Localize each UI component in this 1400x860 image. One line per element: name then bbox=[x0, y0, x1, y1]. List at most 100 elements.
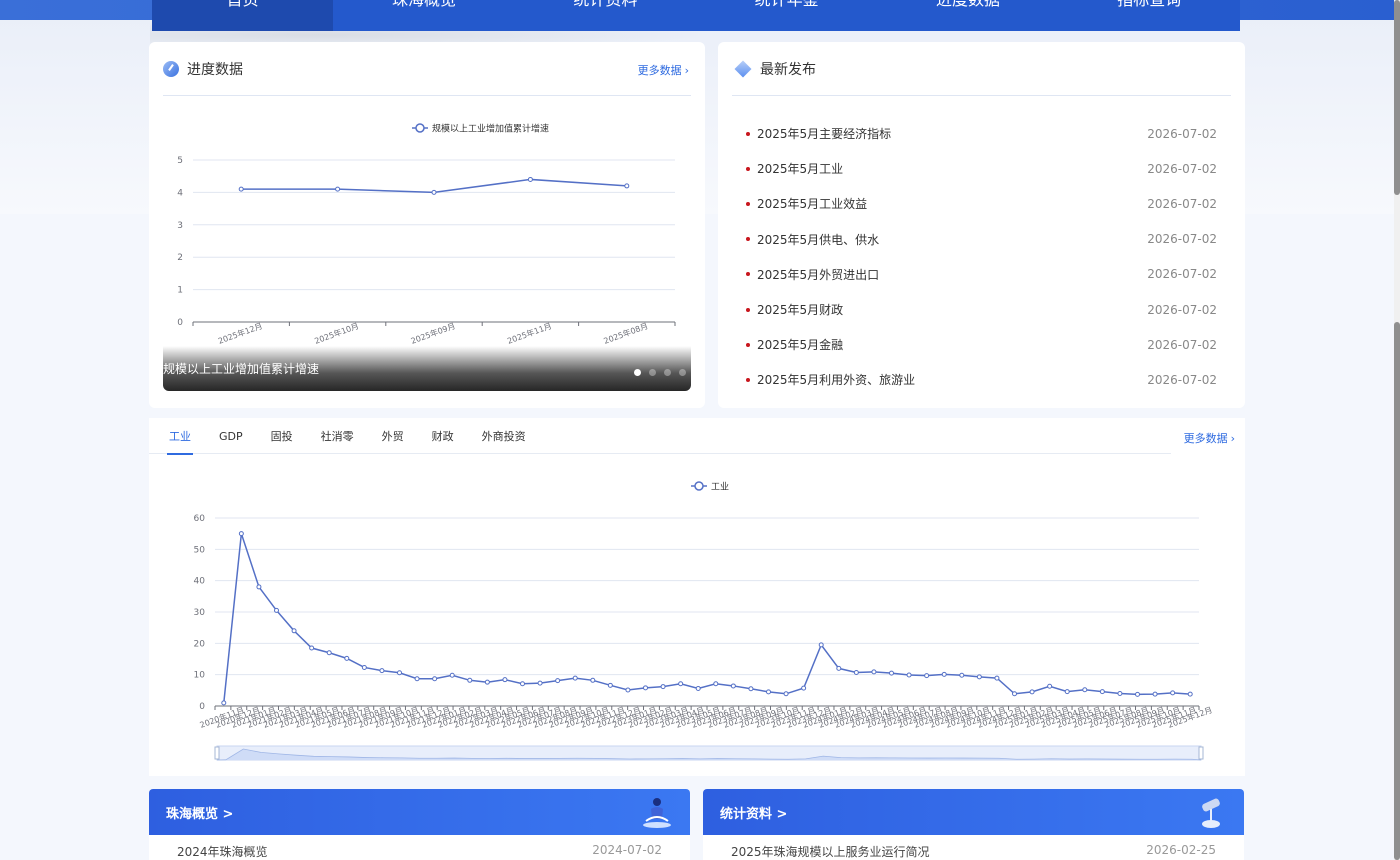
news-item[interactable]: 2025年5月外贸进出口 2026-07-02 bbox=[746, 257, 1217, 292]
data-point[interactable] bbox=[449, 672, 455, 678]
nav-item-1[interactable]: 珠海概览 bbox=[333, 0, 514, 31]
overview-card-header[interactable]: 珠海概览 > bbox=[149, 789, 690, 835]
data-point[interactable] bbox=[678, 681, 684, 687]
news-item[interactable]: 2025年5月利用外资、旅游业 2026-07-02 bbox=[746, 362, 1217, 397]
scrollbar-thumb[interactable] bbox=[1394, 0, 1400, 195]
data-point[interactable] bbox=[1187, 691, 1193, 697]
data-point[interactable] bbox=[625, 687, 631, 693]
data-point[interactable] bbox=[941, 671, 947, 677]
news-item[interactable]: 2025年5月工业效益 2026-07-02 bbox=[746, 186, 1217, 221]
data-point[interactable] bbox=[397, 670, 402, 676]
data-point[interactable] bbox=[1099, 689, 1105, 695]
data-point[interactable] bbox=[221, 700, 227, 706]
data-point[interactable] bbox=[1082, 687, 1088, 693]
data-point[interactable] bbox=[730, 683, 736, 689]
chart-legend[interactable]: 工业 bbox=[691, 481, 729, 493]
news-item[interactable]: 2025年5月财政 2026-07-02 bbox=[746, 292, 1217, 327]
data-point[interactable] bbox=[889, 670, 894, 676]
indicator-more-link[interactable]: 更多数据 › bbox=[1184, 430, 1235, 446]
data-point[interactable] bbox=[361, 664, 367, 670]
scrollbar-track[interactable] bbox=[1394, 0, 1400, 860]
news-item[interactable]: 2025年5月工业 2026-07-02 bbox=[746, 151, 1217, 186]
tab-3[interactable]: 社消零 bbox=[321, 418, 354, 454]
data-point[interactable] bbox=[309, 645, 315, 651]
data-point[interactable] bbox=[344, 655, 350, 661]
nav-item-4[interactable]: 进度数据 bbox=[877, 0, 1058, 31]
carousel-dot-2[interactable] bbox=[664, 369, 671, 376]
nav-item-0[interactable]: 首页 bbox=[152, 0, 334, 31]
news-item[interactable]: 2025年5月主要经济指标 2026-07-02 bbox=[746, 116, 1217, 151]
nav-item-2[interactable]: 统计资料 bbox=[515, 0, 696, 31]
data-point[interactable] bbox=[590, 677, 596, 683]
data-point[interactable] bbox=[994, 675, 1000, 681]
data-point[interactable] bbox=[1135, 691, 1140, 697]
data-point[interactable] bbox=[783, 691, 789, 697]
data-point[interactable] bbox=[335, 186, 341, 192]
data-point[interactable] bbox=[748, 686, 754, 692]
industry-line-chart[interactable]: 工业01020304050602020年11月2020年12月2021年01月2… bbox=[149, 468, 1245, 768]
datazoom-slider[interactable] bbox=[214, 745, 1204, 761]
data-point[interactable] bbox=[695, 685, 701, 691]
datazoom-handle-right[interactable] bbox=[1198, 746, 1204, 760]
data-point[interactable] bbox=[572, 675, 578, 681]
data-point[interactable] bbox=[836, 665, 842, 671]
data-point[interactable] bbox=[379, 668, 385, 674]
data-point[interactable] bbox=[431, 189, 437, 195]
statistics-row[interactable]: 2025年珠海规模以上服务业运行简况 2026-02-25 bbox=[703, 835, 1244, 860]
tab-0[interactable]: 工业 bbox=[167, 418, 193, 455]
data-point[interactable] bbox=[256, 584, 262, 590]
nav-item-3[interactable]: 统计年鉴 bbox=[696, 0, 877, 31]
data-point[interactable] bbox=[624, 183, 630, 189]
data-point[interactable] bbox=[906, 672, 912, 678]
tab-1[interactable]: GDP bbox=[219, 418, 243, 454]
data-point[interactable] bbox=[520, 681, 525, 687]
data-point[interactable] bbox=[527, 176, 533, 182]
data-point[interactable] bbox=[1152, 691, 1158, 697]
data-point[interactable] bbox=[959, 672, 965, 678]
data-point[interactable] bbox=[1117, 690, 1123, 696]
data-point[interactable] bbox=[607, 682, 613, 688]
data-point[interactable] bbox=[1064, 689, 1070, 695]
tab-4[interactable]: 外贸 bbox=[382, 418, 404, 454]
carousel-dot-0[interactable] bbox=[634, 369, 641, 376]
datazoom-handle-left[interactable] bbox=[214, 746, 220, 760]
news-item[interactable]: 2025年5月供电、供水 2026-07-02 bbox=[746, 222, 1217, 257]
nav-item-5[interactable]: 指标查询 bbox=[1059, 0, 1240, 31]
data-point[interactable] bbox=[818, 642, 824, 648]
data-point[interactable] bbox=[976, 674, 982, 680]
data-point[interactable] bbox=[1047, 683, 1053, 689]
data-point[interactable] bbox=[432, 676, 438, 682]
data-point[interactable] bbox=[853, 669, 859, 675]
data-point[interactable] bbox=[274, 607, 279, 613]
data-point[interactable] bbox=[414, 676, 420, 682]
data-point[interactable] bbox=[326, 650, 332, 656]
data-point[interactable] bbox=[502, 677, 508, 683]
data-point[interactable] bbox=[537, 680, 543, 686]
news-item[interactable]: 2025年5月金融 2026-07-02 bbox=[746, 327, 1217, 362]
data-point[interactable] bbox=[660, 684, 666, 690]
progress-more-link[interactable]: 更多数据 › bbox=[638, 62, 689, 78]
data-point[interactable] bbox=[484, 679, 490, 685]
data-point[interactable] bbox=[924, 673, 930, 679]
data-point[interactable] bbox=[713, 681, 719, 687]
data-point[interactable] bbox=[871, 669, 877, 675]
tab-2[interactable]: 固投 bbox=[271, 418, 293, 454]
data-point[interactable] bbox=[1029, 689, 1035, 695]
data-point[interactable] bbox=[766, 689, 771, 695]
statistics-card-header[interactable]: 统计资料 > bbox=[703, 789, 1244, 835]
data-point[interactable] bbox=[238, 531, 244, 537]
carousel-dot-1[interactable] bbox=[649, 369, 656, 376]
data-point[interactable] bbox=[801, 685, 807, 691]
data-point[interactable] bbox=[643, 685, 648, 691]
carousel-dot-4[interactable] bbox=[694, 369, 701, 376]
chart-legend[interactable]: 规模以上工业增加值累计增速 bbox=[412, 123, 549, 135]
data-point[interactable] bbox=[1170, 690, 1176, 696]
data-point[interactable] bbox=[291, 628, 297, 634]
data-point[interactable] bbox=[467, 677, 473, 683]
overview-row[interactable]: 2024年珠海概览 2024-07-02 bbox=[149, 835, 690, 860]
tab-6[interactable]: 外商投资 bbox=[482, 418, 526, 454]
carousel-dot-3[interactable] bbox=[679, 369, 686, 376]
tab-5[interactable]: 财政 bbox=[432, 418, 454, 454]
scrollbar-thumb-lower[interactable] bbox=[1394, 322, 1400, 860]
data-point[interactable] bbox=[238, 186, 244, 192]
